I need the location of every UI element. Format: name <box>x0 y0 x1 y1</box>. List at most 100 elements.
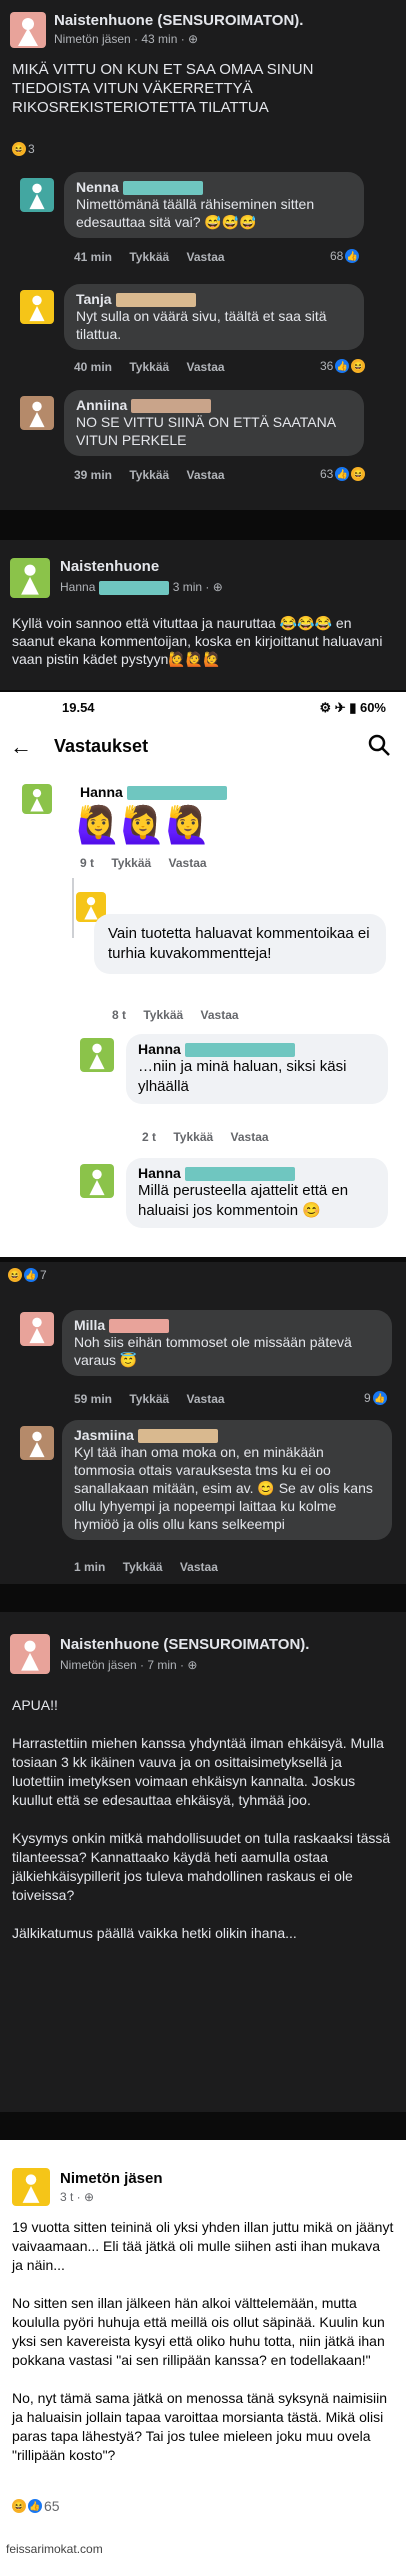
post-text: Kyllä voin sannoo että vituttaa ja nauru… <box>12 615 387 667</box>
commenter-avatar[interactable] <box>20 178 54 212</box>
search-icon[interactable] <box>366 732 392 758</box>
comment-actions: 1 min Tykkää Vastaa <box>74 1560 218 1574</box>
post-reactions[interactable]: 😆 3 <box>12 142 35 156</box>
group-name[interactable]: Naistenhuone <box>60 558 159 575</box>
comment-reactions[interactable]: 68 👍 <box>330 249 360 263</box>
commenter-name[interactable]: Hanna <box>80 784 227 801</box>
group-avatar[interactable] <box>10 558 50 598</box>
post-panel-2: Naistenhuone Hanna 3 min · ⊕ Kyllä voin … <box>0 540 406 690</box>
haha-reaction-icon: 😆 <box>12 142 26 156</box>
like-link[interactable]: Tykkää <box>129 468 169 482</box>
post-panel-1: Naistenhuone (SENSUROIMATON). Nimetön jä… <box>0 0 406 510</box>
comment-bubble: Nenna Nimettömänä täällä rähiseminen sit… <box>64 172 364 239</box>
comment-text: Noh siis eihän tommoset ole missään päte… <box>74 1334 356 1369</box>
post-text: APUA!! Harrastettiin miehen kanssa yhdyn… <box>12 1697 391 1941</box>
like-link[interactable]: Tykkää <box>129 250 169 264</box>
post-reactions[interactable]: 😆 👍 65 <box>12 2498 60 2514</box>
post-meta: 3 t · ⊕ <box>60 2190 95 2204</box>
comment-actions: 41 min Tykkää Vastaa <box>74 250 225 264</box>
post-meta: Nimetön jäsen · 7 min · ⊕ <box>60 1658 198 1672</box>
commenter-name[interactable]: Hanna <box>138 1041 376 1058</box>
phone-replies-panel: 19.54 ⚙ ✈ ▮ 60% ← Vastaukset Hanna 🙋‍♀️🙋… <box>0 692 406 1257</box>
like-reaction-icon: 👍 <box>345 249 360 263</box>
post-meta: Nimetön jäsen · 43 min · ⊕ <box>54 32 199 46</box>
commenter-name[interactable]: Milla <box>74 1317 380 1334</box>
reply-link[interactable]: Vastaa <box>187 360 225 374</box>
post-panel-4: Naistenhuone (SENSUROIMATON). Nimetön jä… <box>0 1612 406 2112</box>
reply-link[interactable]: Vastaa <box>201 1008 239 1022</box>
comment-bubble: Vain tuotetta haluavat kommentoikaa ei t… <box>94 914 386 974</box>
haha-reaction-icon: 😆 <box>351 467 366 481</box>
comment-reactions[interactable]: 36 👍 😆 <box>320 359 366 373</box>
comment-text: …niin ja minä haluan, siksi käsi ylhääll… <box>138 1058 351 1096</box>
comment-actions: 8 t Tykkää Vastaa <box>112 1008 239 1022</box>
reply-link[interactable]: Vastaa <box>187 1392 225 1406</box>
commenter-avatar[interactable] <box>80 1164 114 1198</box>
comment-bubble: Milla Noh siis eihän tommoset ole missää… <box>62 1310 392 1377</box>
comment-reactions[interactable]: 63 👍 😆 <box>320 467 366 481</box>
watermark: feissarimokat.com <box>0 2538 406 2560</box>
commenter-name[interactable]: Tanja <box>76 291 352 308</box>
commenter-avatar[interactable] <box>20 396 54 430</box>
post-reactions[interactable]: 😆 👍 7 <box>8 1268 47 1282</box>
screenshot-collage: Naistenhuone (SENSUROIMATON). Nimetön jä… <box>0 0 406 2560</box>
like-link[interactable]: Tykkää <box>129 1392 169 1406</box>
anonymous-avatar[interactable] <box>10 1634 50 1674</box>
comment-text: Millä perusteella ajattelit että en halu… <box>138 1182 353 1220</box>
comment-actions: 2 t Tykkää Vastaa <box>142 1130 269 1144</box>
like-reaction-icon: 👍 <box>335 359 350 373</box>
commenter-name[interactable]: Jasmiina <box>74 1427 380 1444</box>
commenter-name[interactable]: Nenna <box>76 179 352 196</box>
post-panel-5: Nimetön jäsen 3 t · ⊕ 19 vuotta sitten t… <box>0 2140 406 2560</box>
comment-actions: 9 t Tykkää Vastaa <box>80 856 207 870</box>
like-reaction-icon: 👍 <box>28 2499 42 2513</box>
post-text: MIKÄ VITTU ON KUN ET SAA OMAA SINUN TIED… <box>12 61 318 116</box>
reply-link[interactable]: Vastaa <box>187 250 225 264</box>
reply-link[interactable]: Vastaa <box>180 1560 218 1574</box>
haha-reaction-icon: 😆 <box>12 2499 26 2513</box>
author-name[interactable]: Hanna <box>60 580 95 594</box>
like-link[interactable]: Tykkää <box>123 1560 163 1574</box>
status-icons: ⚙ ✈ ▮ 60% <box>319 700 386 715</box>
like-reaction-icon: 👍 <box>24 1268 38 1282</box>
commenter-avatar[interactable] <box>20 1426 54 1460</box>
commenter-name[interactable]: Hanna <box>138 1165 376 1182</box>
like-reaction-icon: 👍 <box>335 467 350 481</box>
comment-text: Kyl tää ihan oma moka on, en minäkään to… <box>74 1444 377 1533</box>
comment-actions: 40 min Tykkää Vastaa <box>74 360 225 374</box>
comment-text: Nyt sulla on väärä sivu, täältä et saa s… <box>76 308 331 343</box>
commenter-avatar[interactable] <box>20 1312 54 1346</box>
like-link[interactable]: Tykkää <box>143 1008 183 1022</box>
comment-actions: 39 min Tykkää Vastaa <box>74 468 225 482</box>
comment-reactions[interactable]: 9 👍 <box>364 1391 387 1405</box>
comment-bubble: Anniina NO SE VITTU SIINÄ ON ETTÄ SAATAN… <box>64 390 364 457</box>
comment-bubble: Hanna …niin ja minä haluan, siksi käsi y… <box>126 1034 388 1105</box>
commenter-avatar[interactable] <box>22 784 52 814</box>
back-arrow-icon[interactable]: ← <box>10 734 32 760</box>
author-name[interactable]: Nimetön jäsen <box>60 2170 163 2187</box>
like-link[interactable]: Tykkää <box>173 1130 213 1144</box>
group-name[interactable]: Naistenhuone (SENSUROIMATON). <box>54 12 303 29</box>
post-text: 19 vuotta sitten teininä oli yksi yhden … <box>12 2219 394 2463</box>
commenter-name[interactable]: Anniina <box>76 397 352 414</box>
clock: 19.54 <box>62 700 95 715</box>
comment-text: Vain tuotetta haluavat kommentoikaa ei t… <box>108 925 374 962</box>
reply-link[interactable]: Vastaa <box>231 1130 269 1144</box>
commenter-avatar[interactable] <box>80 1038 114 1072</box>
like-link[interactable]: Tykkää <box>111 856 151 870</box>
comment-emoji: 🙋‍♀️🙋‍♀️🙋‍♀️ <box>76 804 211 845</box>
reply-link[interactable]: Vastaa <box>169 856 207 870</box>
anonymous-avatar[interactable] <box>10 12 46 48</box>
like-reaction-icon: 👍 <box>372 1391 387 1405</box>
comment-text: NO SE VITTU SIINÄ ON ETTÄ SAATANA VITUN … <box>76 414 340 449</box>
comment-bubble: Tanja Nyt sulla on väärä sivu, täältä et… <box>64 284 364 351</box>
comment-bubble: Hanna Millä perusteella ajattelit että e… <box>126 1158 388 1229</box>
group-name[interactable]: Naistenhuone (SENSUROIMATON). <box>60 1636 309 1653</box>
post-meta: Hanna 3 min · ⊕ <box>60 580 223 595</box>
anonymous-avatar[interactable] <box>12 2168 50 2206</box>
reply-link[interactable]: Vastaa <box>187 468 225 482</box>
like-link[interactable]: Tykkää <box>129 360 169 374</box>
comment-bubble: Jasmiina Kyl tää ihan oma moka on, en mi… <box>62 1420 392 1541</box>
comment-text: Nimettömänä täällä rähiseminen sitten ed… <box>76 196 319 231</box>
commenter-avatar[interactable] <box>20 290 54 324</box>
